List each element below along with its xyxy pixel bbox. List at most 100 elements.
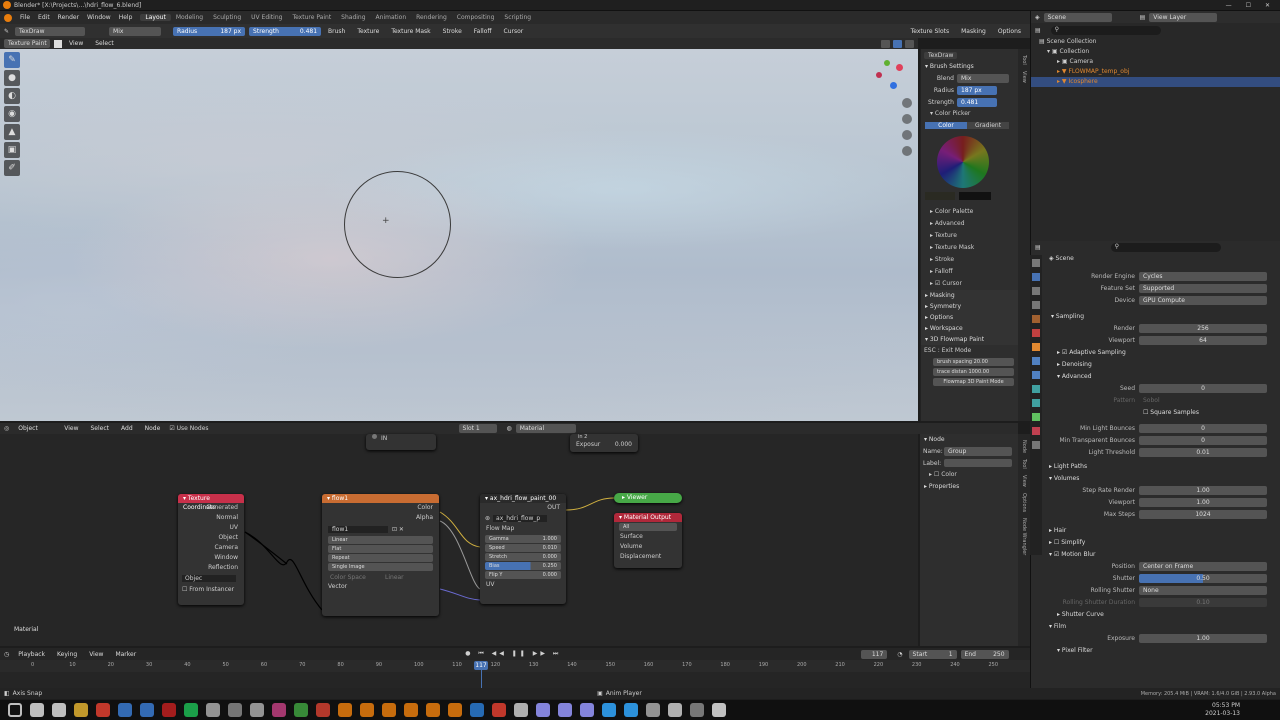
blend-selector[interactable]: Mix bbox=[109, 26, 162, 36]
obs-icon[interactable] bbox=[712, 703, 726, 717]
texcoord-header[interactable]: ▾ Texture Coordinate bbox=[178, 494, 244, 511]
render-samples-field[interactable]: 256 bbox=[1139, 324, 1267, 333]
app2-icon[interactable] bbox=[250, 703, 264, 717]
tab-shading[interactable]: Shading bbox=[336, 14, 370, 21]
preview-range-icon[interactable]: ◔ bbox=[897, 651, 902, 658]
matout-header[interactable]: ▾ Material Output bbox=[614, 513, 682, 522]
close-icon[interactable]: ✕ bbox=[1265, 2, 1270, 9]
menu-render[interactable]: Render bbox=[58, 14, 79, 21]
motion-blur-panel[interactable]: ▾ ☑ Motion Blur bbox=[1031, 549, 1280, 561]
max-steps-field[interactable]: 1024 bbox=[1139, 510, 1267, 519]
physics-tab-icon[interactable] bbox=[1032, 385, 1040, 393]
ae-icon[interactable] bbox=[536, 703, 550, 717]
texture-item[interactable]: ▸ Texture bbox=[921, 230, 1018, 242]
app8-icon[interactable] bbox=[690, 703, 704, 717]
gradient-tab[interactable]: Gradient bbox=[967, 121, 1009, 129]
properties-type-icon[interactable]: ▤ bbox=[1035, 244, 1041, 251]
group-param-bias[interactable]: Bias 0.250 bbox=[485, 562, 561, 570]
flow1-image-field[interactable]: flow1 bbox=[328, 525, 388, 533]
texture-tab-icon[interactable] bbox=[1032, 441, 1040, 449]
search-icon[interactable] bbox=[30, 703, 44, 717]
shutter-curve-panel[interactable]: ▸ Shutter Curve bbox=[1031, 609, 1280, 621]
adaptive-sampling-panel[interactable]: ▸ ☑ Adaptive Sampling bbox=[1031, 347, 1280, 359]
app7-icon[interactable] bbox=[668, 703, 682, 717]
blender-menu-icon[interactable] bbox=[4, 13, 12, 22]
slot-dropdown[interactable]: Slot 1 bbox=[458, 424, 497, 433]
masking-section[interactable]: ▸ Masking bbox=[921, 290, 1018, 301]
maximize-icon[interactable]: ☐ bbox=[1246, 2, 1251, 9]
app6-icon[interactable] bbox=[646, 703, 660, 717]
outliner-collection[interactable]: ▾ ▣ Collection bbox=[1031, 47, 1280, 57]
blender4-icon[interactable] bbox=[404, 703, 418, 717]
lr-icon[interactable] bbox=[624, 703, 638, 717]
timeline-menu-keying[interactable]: Keying bbox=[54, 650, 80, 659]
tab-animation[interactable]: Animation bbox=[371, 14, 412, 21]
app5-icon[interactable] bbox=[316, 703, 330, 717]
smear-tool-icon[interactable]: ◐ bbox=[4, 88, 20, 104]
menu-masking[interactable]: Masking bbox=[958, 27, 989, 36]
light-paths-panel[interactable]: ▸ Light Paths bbox=[1031, 461, 1280, 473]
taskview-icon[interactable] bbox=[52, 703, 66, 717]
blender2-icon[interactable] bbox=[360, 703, 374, 717]
flow1-projection[interactable]: Flat bbox=[328, 545, 433, 553]
tab-modeling[interactable]: Modeling bbox=[171, 14, 208, 21]
end-frame-field[interactable]: End 250 bbox=[960, 649, 1009, 659]
radius-field-panel[interactable]: 187 px bbox=[957, 85, 997, 95]
node-material-output[interactable]: ▾ Material Output All Surface Volume Dis… bbox=[614, 513, 682, 568]
data-tab-icon[interactable] bbox=[1032, 413, 1040, 421]
advanced-panel[interactable]: ▾ Advanced bbox=[1031, 371, 1280, 383]
draw-tool-icon[interactable]: ✎ bbox=[4, 52, 20, 68]
color-picker-header[interactable]: ▾ Color Picker bbox=[921, 108, 1018, 120]
app3-icon[interactable] bbox=[272, 703, 286, 717]
group-header[interactable]: ▾ ax_hdri_flow_paint_00 bbox=[480, 494, 566, 503]
menu-brush[interactable]: Brush bbox=[325, 27, 348, 36]
timeline-menu-marker[interactable]: Marker bbox=[112, 650, 139, 659]
flowmap-mode-button[interactable]: Flowmap 3D Paint Mode bbox=[933, 378, 1014, 386]
scene-tab-icon[interactable] bbox=[1032, 315, 1040, 323]
node-editor[interactable]: IN in 2 Exposur 0.000 ▾ Texture Coordinat… bbox=[0, 434, 918, 646]
current-frame-field[interactable]: 117 bbox=[861, 649, 888, 659]
menu-select[interactable]: Select bbox=[92, 39, 117, 48]
zoom-icon[interactable] bbox=[902, 98, 912, 108]
viewport-samples-field[interactable]: 64 bbox=[1139, 336, 1267, 345]
from-instancer-checkbox[interactable]: ☐ From Instancer bbox=[182, 586, 234, 593]
radius-field[interactable]: Radius 187 px bbox=[173, 26, 246, 36]
group-subtree[interactable]: ax_hdri_flow_p bbox=[493, 515, 548, 522]
group-param-stretch[interactable]: Stretch 0.000 bbox=[485, 553, 561, 561]
menu-options[interactable]: Options bbox=[995, 27, 1024, 36]
playback-controls[interactable]: ● ⏮ ◀◀ ❚❚ ▶▶ ⏭ bbox=[465, 650, 561, 658]
output-tab-icon[interactable] bbox=[1032, 287, 1040, 295]
step-viewport-field[interactable]: 1.00 bbox=[1139, 498, 1267, 507]
object-tab-icon[interactable] bbox=[1032, 343, 1040, 351]
seed-field[interactable]: 0 bbox=[1139, 384, 1267, 393]
denoising-panel[interactable]: ▸ Denoising bbox=[1031, 359, 1280, 371]
node-menu-node[interactable]: Node bbox=[142, 424, 164, 433]
timeline-editor-icon[interactable]: ◷ bbox=[4, 651, 9, 658]
outliner-search[interactable]: ⚲ bbox=[1050, 25, 1161, 35]
flowmap-section[interactable]: ▾ 3D Flowmap Paint bbox=[921, 334, 1018, 345]
editor-type-icon[interactable] bbox=[54, 39, 62, 48]
trace-distance-field[interactable]: trace distan 1000.00 bbox=[933, 368, 1014, 376]
menu-falloff[interactable]: Falloff bbox=[471, 27, 495, 36]
node-panel-header[interactable]: ▾ Node bbox=[920, 434, 1018, 445]
menu-help[interactable]: Help bbox=[119, 14, 133, 21]
outliner-camera[interactable]: ▸ ▣ Camera bbox=[1031, 57, 1280, 67]
rolling-duration-field[interactable]: 0.10 bbox=[1139, 598, 1267, 607]
render-engine-dropdown[interactable]: Cycles bbox=[1139, 272, 1267, 281]
menu-texture[interactable]: Texture bbox=[354, 27, 382, 36]
files-icon[interactable] bbox=[74, 703, 88, 717]
flow1-browse-icon[interactable]: ⊡ ✕ bbox=[392, 526, 404, 533]
hair-panel[interactable]: ▸ Hair bbox=[1031, 525, 1280, 537]
app4-icon[interactable] bbox=[294, 703, 308, 717]
properties-search[interactable]: ⚲ bbox=[1110, 242, 1221, 252]
tab-compositing[interactable]: Compositing bbox=[452, 14, 500, 21]
stroke-item[interactable]: ▸ Stroke bbox=[921, 254, 1018, 266]
menu-file[interactable]: File bbox=[20, 14, 30, 21]
3d-viewport[interactable] bbox=[0, 49, 918, 421]
step-render-field[interactable]: 1.00 bbox=[1139, 486, 1267, 495]
shutter-field[interactable]: 0.50 bbox=[1139, 574, 1267, 583]
strength-field[interactable]: Strength 0.481 bbox=[249, 26, 322, 36]
chrome2-icon[interactable] bbox=[492, 703, 506, 717]
red-icon[interactable] bbox=[162, 703, 176, 717]
node-top[interactable]: IN bbox=[366, 434, 436, 450]
